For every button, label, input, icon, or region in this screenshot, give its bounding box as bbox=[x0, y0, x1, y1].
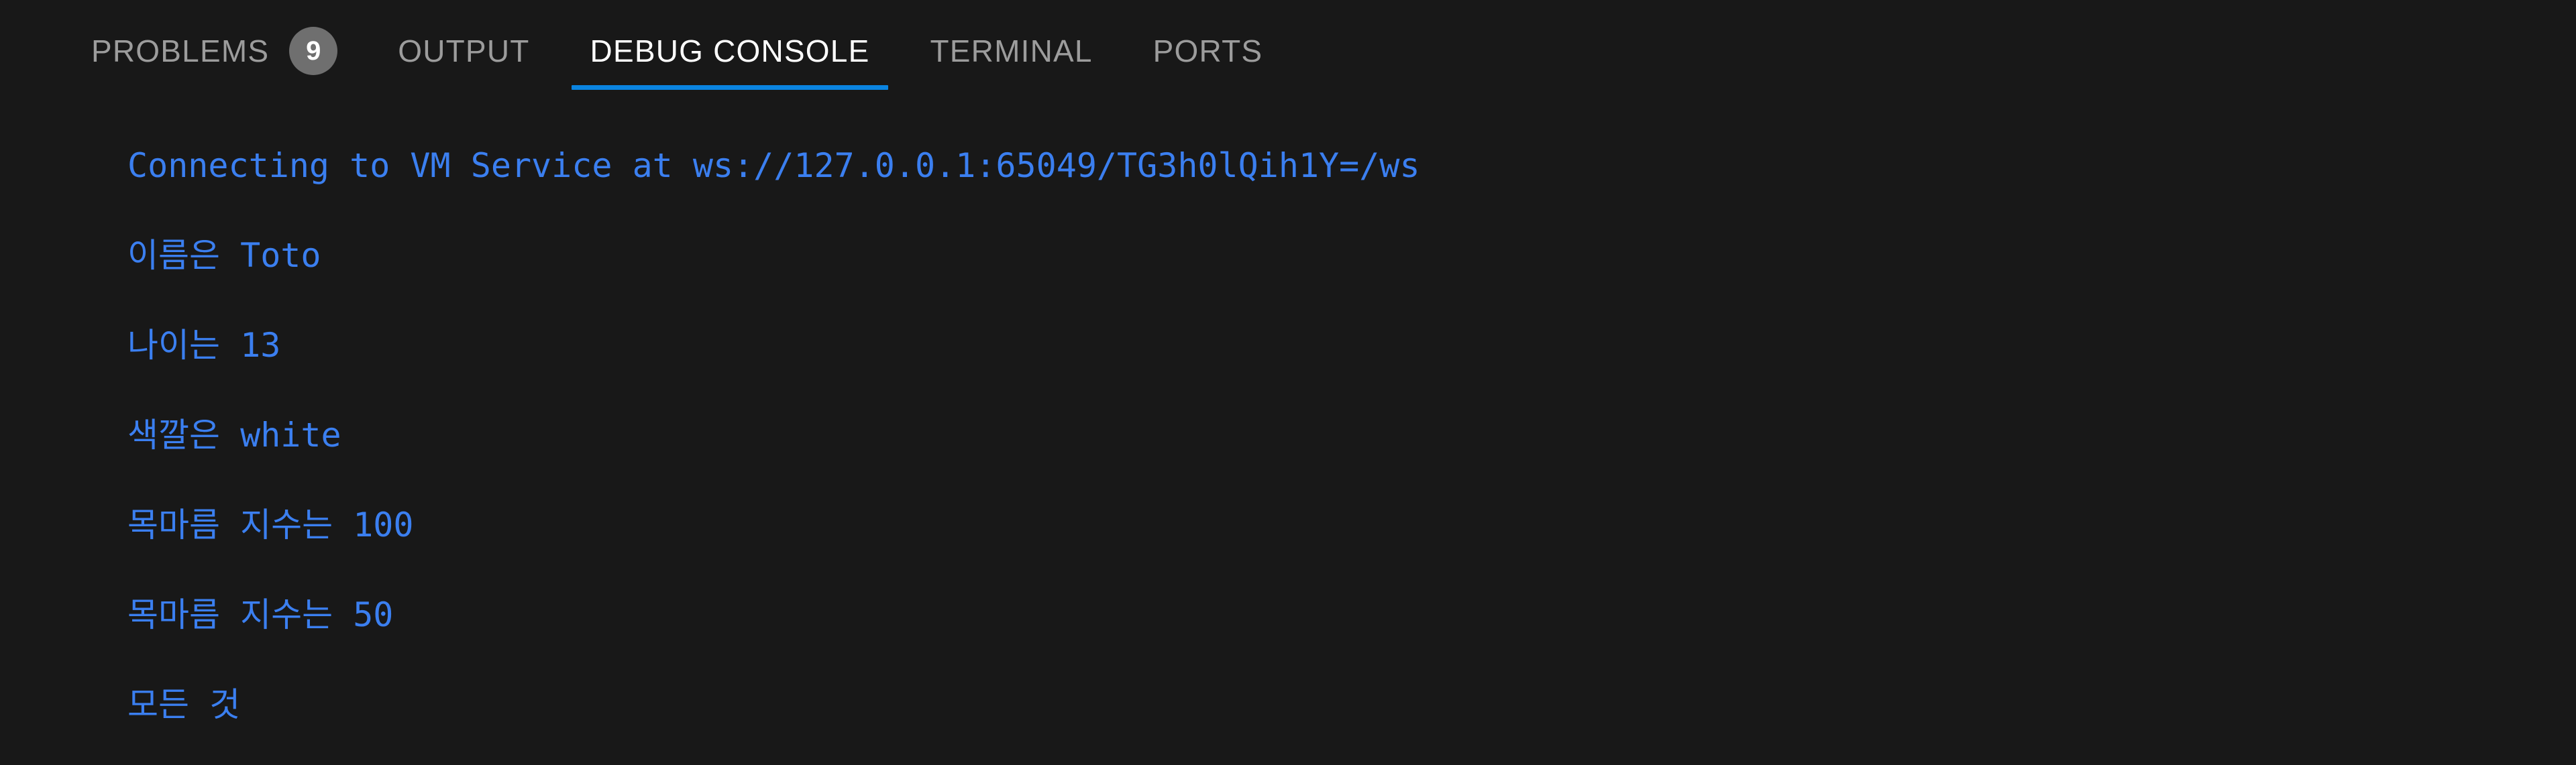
console-line: 이름은 Toto bbox=[127, 236, 321, 275]
console-line: 색깔은 white bbox=[127, 416, 341, 455]
console-line: 모든 것 bbox=[127, 685, 241, 724]
tab-problems[interactable]: PROBLEMS 9 bbox=[72, 0, 356, 102]
problems-count-badge: 9 bbox=[289, 27, 338, 75]
console-line: 목마름 지수는 100 bbox=[127, 506, 414, 544]
tab-debug-console-underline bbox=[571, 85, 889, 90]
debug-console-panel: PROBLEMS 9 OUTPUT DEBUG CONSOLE TERMINAL… bbox=[0, 0, 2576, 765]
tab-problems-underline bbox=[72, 85, 356, 90]
tab-debug-console[interactable]: DEBUG CONSOLE bbox=[571, 0, 889, 102]
debug-console-output[interactable]: Connecting to VM Service at ws://127.0.0… bbox=[0, 102, 2576, 765]
tab-problems-label: PROBLEMS bbox=[91, 34, 270, 68]
tab-ports[interactable]: PORTS bbox=[1134, 0, 1282, 102]
tab-debug-console-label: DEBUG CONSOLE bbox=[590, 34, 870, 68]
panel-tabbar: PROBLEMS 9 OUTPUT DEBUG CONSOLE TERMINAL… bbox=[0, 0, 2576, 102]
tab-terminal[interactable]: TERMINAL bbox=[911, 0, 1111, 102]
console-line: Connecting to VM Service at ws://127.0.0… bbox=[127, 146, 1420, 185]
tab-ports-label: PORTS bbox=[1152, 34, 1263, 68]
tab-output[interactable]: OUTPUT bbox=[379, 0, 548, 102]
tab-terminal-underline bbox=[911, 85, 1111, 90]
console-line: 나이는 13 bbox=[127, 326, 281, 365]
tab-ports-underline bbox=[1134, 85, 1282, 90]
tab-output-underline bbox=[379, 85, 548, 90]
console-line: 목마름 지수는 50 bbox=[127, 595, 394, 634]
tab-output-label: OUTPUT bbox=[398, 34, 530, 68]
tab-terminal-label: TERMINAL bbox=[930, 34, 1093, 68]
